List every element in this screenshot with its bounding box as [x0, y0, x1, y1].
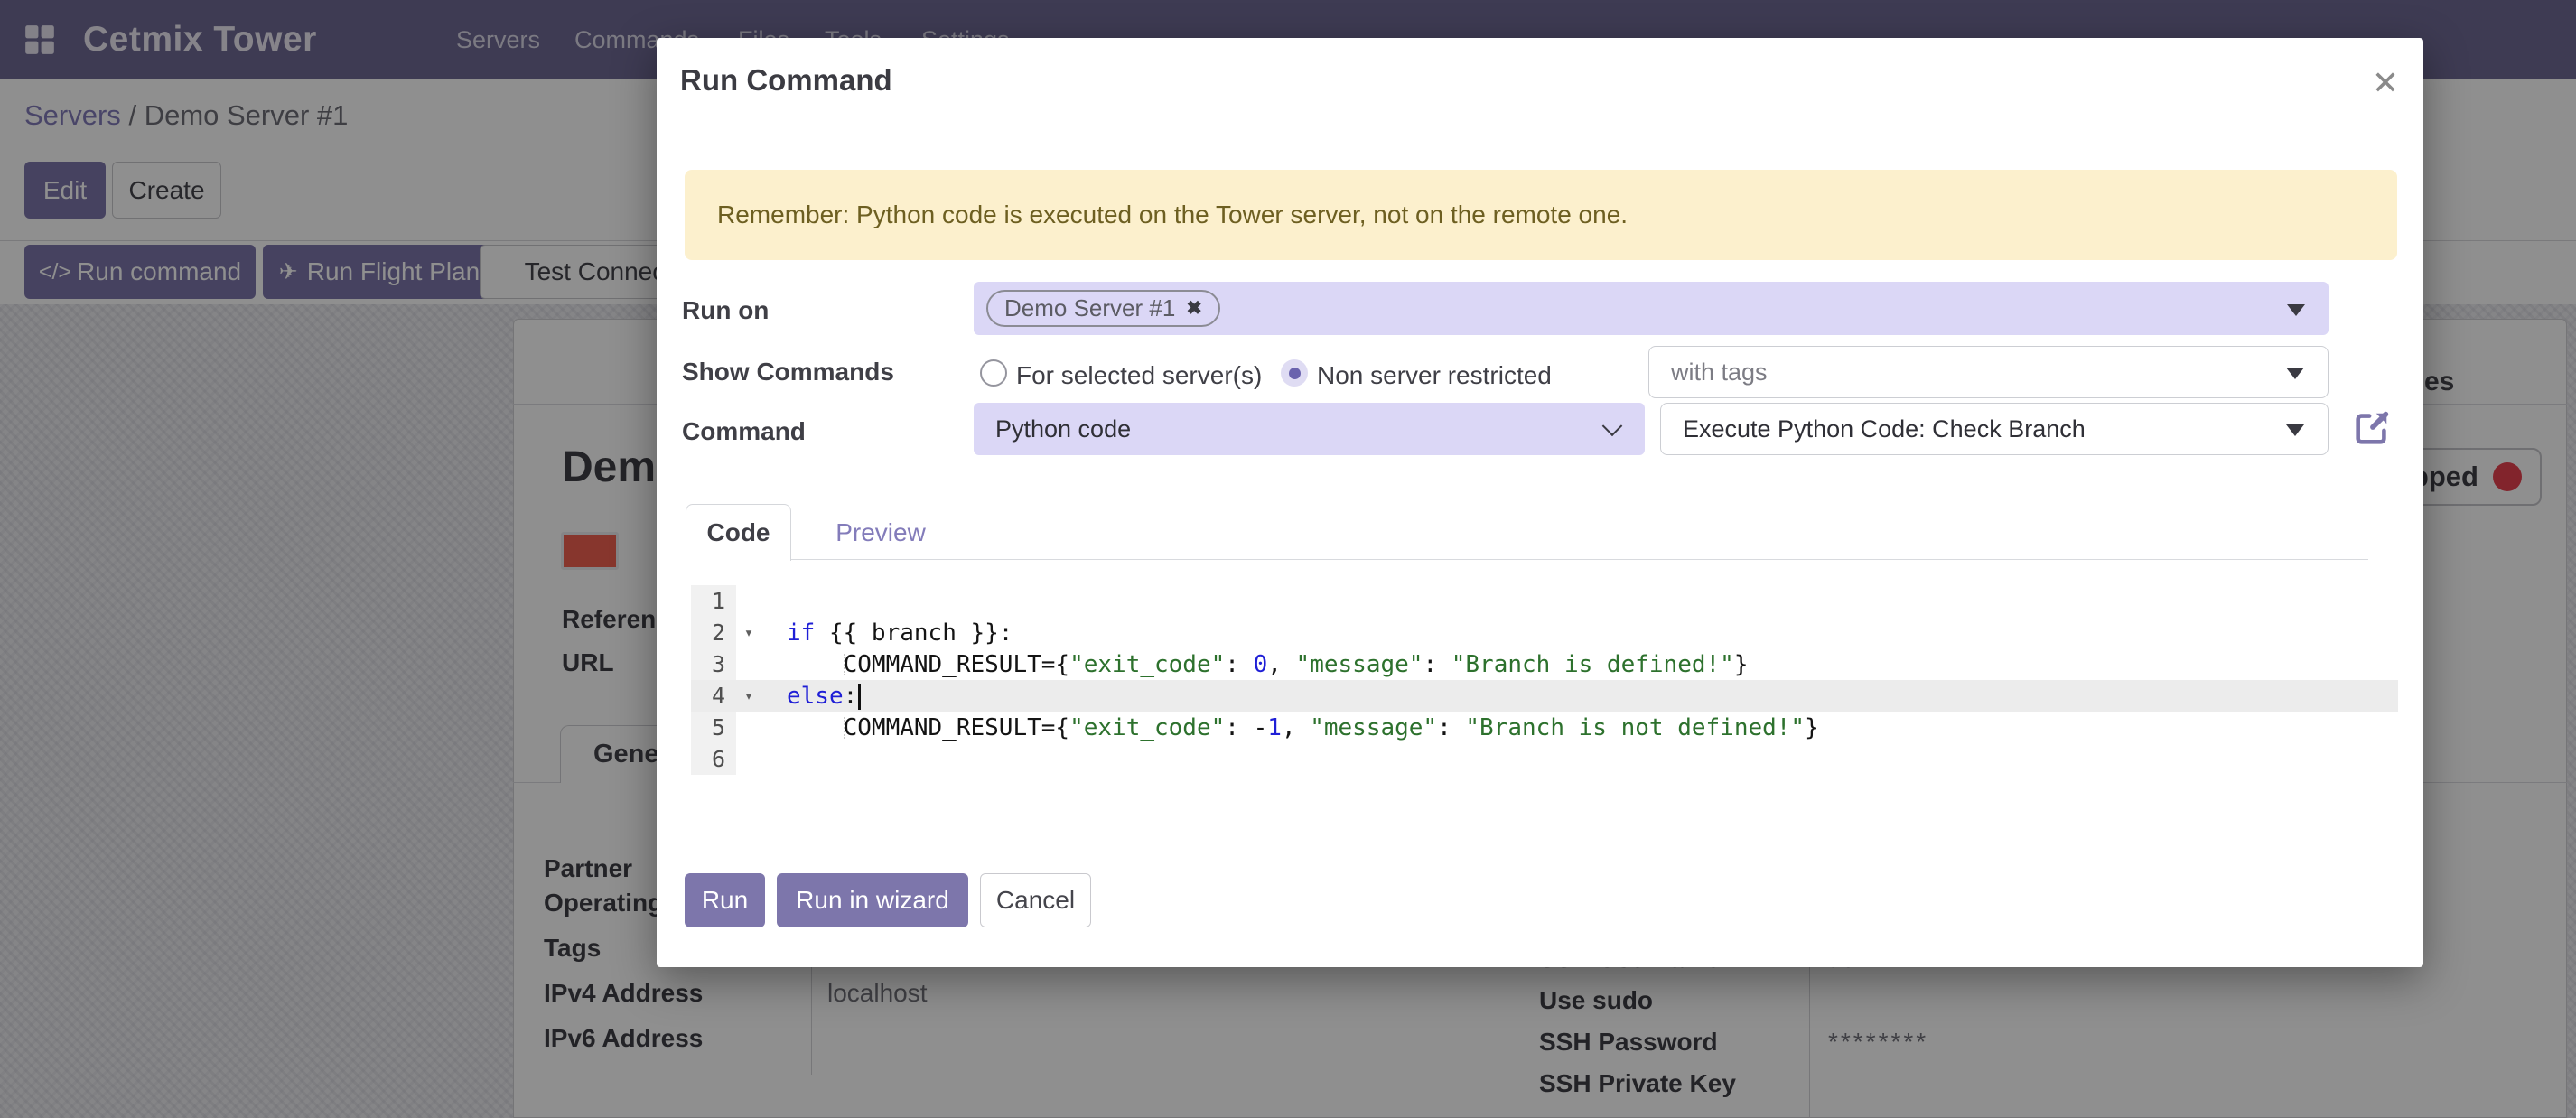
tab-code[interactable]: Code — [686, 504, 791, 561]
run-on-label: Run on — [682, 296, 769, 325]
line-number: 4 — [691, 680, 736, 712]
line-number: 6 — [691, 743, 736, 775]
fold-gutter — [736, 712, 761, 743]
radio-label[interactable]: Non server restricted — [1317, 361, 1552, 390]
external-link-icon[interactable] — [2351, 407, 2393, 449]
command-label: Command — [682, 417, 806, 446]
python-warning-banner: Remember: Python code is executed on the… — [685, 170, 2397, 260]
code-text: COMMAND_RESULT={"exit_code": -1, "messag… — [761, 714, 2398, 741]
code-text: else: — [761, 683, 2398, 710]
command-select[interactable]: Execute Python Code: Check Branch — [1660, 403, 2329, 455]
tab-preview[interactable]: Preview — [817, 504, 944, 561]
code-text: COMMAND_RESULT={"exit_code": 0, "message… — [761, 651, 2398, 678]
line-number: 5 — [691, 712, 736, 743]
server-tag[interactable]: Demo Server #1 ✖ — [986, 290, 1220, 327]
run-button[interactable]: Run — [685, 873, 765, 927]
run-in-wizard-button[interactable]: Run in wizard — [777, 873, 968, 927]
text-cursor — [858, 684, 861, 710]
page: Cetmix Tower ServersCommandsFilesToolsSe… — [0, 0, 2576, 1118]
fold-arrow-icon[interactable]: ▾ — [736, 680, 761, 712]
editor-line-1[interactable]: 1 — [691, 585, 2398, 617]
fold-arrow-icon[interactable]: ▾ — [736, 617, 761, 648]
cancel-button[interactable]: Cancel — [980, 873, 1091, 927]
editor-line-5[interactable]: 5 COMMAND_RESULT={"exit_code": -1, "mess… — [691, 712, 2398, 743]
radio-unselected[interactable] — [980, 359, 1007, 387]
code-editor[interactable]: 12▾if {{ branch }}:3 COMMAND_RESULT={"ex… — [691, 585, 2398, 775]
close-icon[interactable]: ✕ — [2360, 58, 2411, 108]
run-command-modal: Run Command ✕ Remember: Python code is e… — [657, 38, 2423, 967]
tag-remove-icon[interactable]: ✖ — [1186, 297, 1202, 320]
fold-gutter — [736, 648, 761, 680]
radio-label[interactable]: For selected server(s) — [1016, 361, 1262, 390]
code-text: if {{ branch }}: — [761, 620, 2398, 647]
indent-guide — [844, 717, 845, 739]
line-number: 1 — [691, 585, 736, 617]
line-number: 3 — [691, 648, 736, 680]
show-commands-label: Show Commands — [682, 358, 894, 387]
chevron-down-icon[interactable] — [2286, 424, 2304, 436]
run-on-select[interactable]: Demo Server #1 ✖ — [974, 282, 2329, 335]
fold-gutter — [736, 743, 761, 775]
fold-gutter — [736, 585, 761, 617]
chevron-down-icon[interactable] — [1602, 415, 1623, 436]
editor-line-2[interactable]: 2▾if {{ branch }}: — [691, 617, 2398, 648]
editor-line-6[interactable]: 6 — [691, 743, 2398, 775]
radio-selected[interactable] — [1281, 359, 1308, 387]
line-number: 2 — [691, 617, 736, 648]
editor-line-4[interactable]: 4▾else: — [691, 680, 2398, 712]
command-type-select[interactable]: Python code — [974, 403, 1645, 455]
chevron-down-icon[interactable] — [2286, 368, 2304, 379]
indent-guide — [844, 654, 845, 675]
editor-line-3[interactable]: 3 COMMAND_RESULT={"exit_code": 0, "messa… — [691, 648, 2398, 680]
tags-filter-select[interactable]: with tags — [1648, 346, 2329, 398]
chevron-down-icon[interactable] — [2287, 304, 2305, 316]
modal-title: Run Command — [680, 63, 892, 98]
